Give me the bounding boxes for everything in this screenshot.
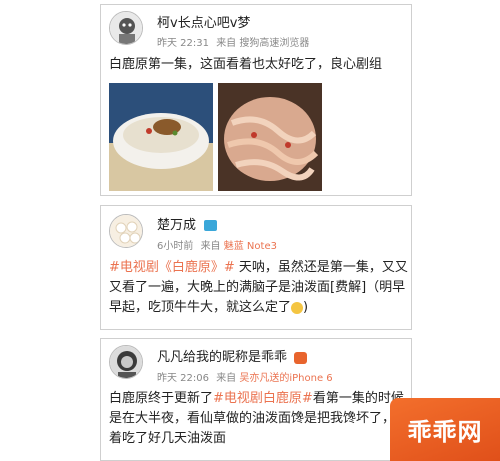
camera-badge-icon — [204, 220, 218, 231]
post-source[interactable]: 魅蓝 Note3 — [224, 241, 277, 252]
avatar[interactable] — [109, 214, 143, 248]
angry-emoji-icon — [294, 351, 308, 364]
topic-tag[interactable]: #电视剧白鹿原# — [213, 391, 313, 406]
username-text[interactable]: 楚万成 — [157, 218, 196, 233]
post-source[interactable]: 吴亦凡送的iPhone 6 — [239, 373, 332, 384]
smile-emoji-icon — [291, 301, 304, 314]
weibo-post-3: 凡凡给我的昵称是乖乖 昨天 22:06 来自 吴亦凡送的iPhone 6 白鹿原… — [100, 338, 412, 461]
post-photo-noodle-bowl[interactable] — [109, 83, 213, 191]
username-text[interactable]: 凡凡给我的昵称是乖乖 — [157, 350, 287, 365]
post-time[interactable]: 昨天 22:31 — [157, 38, 209, 49]
from-label: 来自 — [200, 241, 221, 252]
post-text: 白鹿原终于更新了#电视剧白鹿原#看第一集的时候是在大半夜，看仙草做的油泼面馋是把… — [109, 389, 409, 449]
post-text: #电视剧《白鹿原》# 天呐，虽然还是第一集，又又又看了一遍，大晚上的满脑子是油泼… — [109, 260, 408, 315]
post-source[interactable]: 搜狗高速浏览器 — [239, 38, 309, 49]
username[interactable]: 柯v长点心吧v梦 — [157, 12, 250, 31]
post-time[interactable]: 6小时前 — [157, 241, 193, 252]
weibo-post-2: 楚万成 6小时前 来自 魅蓝 Note3 #电视剧《白鹿原》# 天呐，虽然还是第… — [100, 205, 412, 330]
post-body-start: 白鹿原终于更新了 — [109, 391, 214, 406]
post-photo-noodle-plate[interactable] — [218, 83, 322, 191]
from-label: 来自 — [216, 373, 237, 384]
username: 楚万成 — [157, 214, 218, 233]
post-time[interactable]: 昨天 22:06 — [157, 373, 209, 384]
post-meta: 6小时前 来自 魅蓝 Note3 — [157, 237, 277, 252]
post-text: 白鹿原第一集，这面看着也太好吃了，良心剧组 — [109, 57, 383, 72]
username: 凡凡给我的昵称是乖乖 — [157, 346, 308, 365]
post-meta: 昨天 22:06 来自 吴亦凡送的iPhone 6 — [157, 369, 333, 384]
post-meta: 昨天 22:31 来自 搜狗高速浏览器 — [157, 34, 309, 49]
site-watermark: 乖乖网 — [390, 398, 500, 461]
from-label: 来自 — [216, 38, 237, 49]
avatar[interactable] — [109, 11, 143, 45]
avatar[interactable] — [109, 345, 143, 379]
topic-tag[interactable]: #电视剧《白鹿原》# — [109, 260, 235, 275]
weibo-post-1: 柯v长点心吧v梦 昨天 22:31 来自 搜狗高速浏览器 白鹿原第一集，这面看着… — [100, 4, 412, 196]
